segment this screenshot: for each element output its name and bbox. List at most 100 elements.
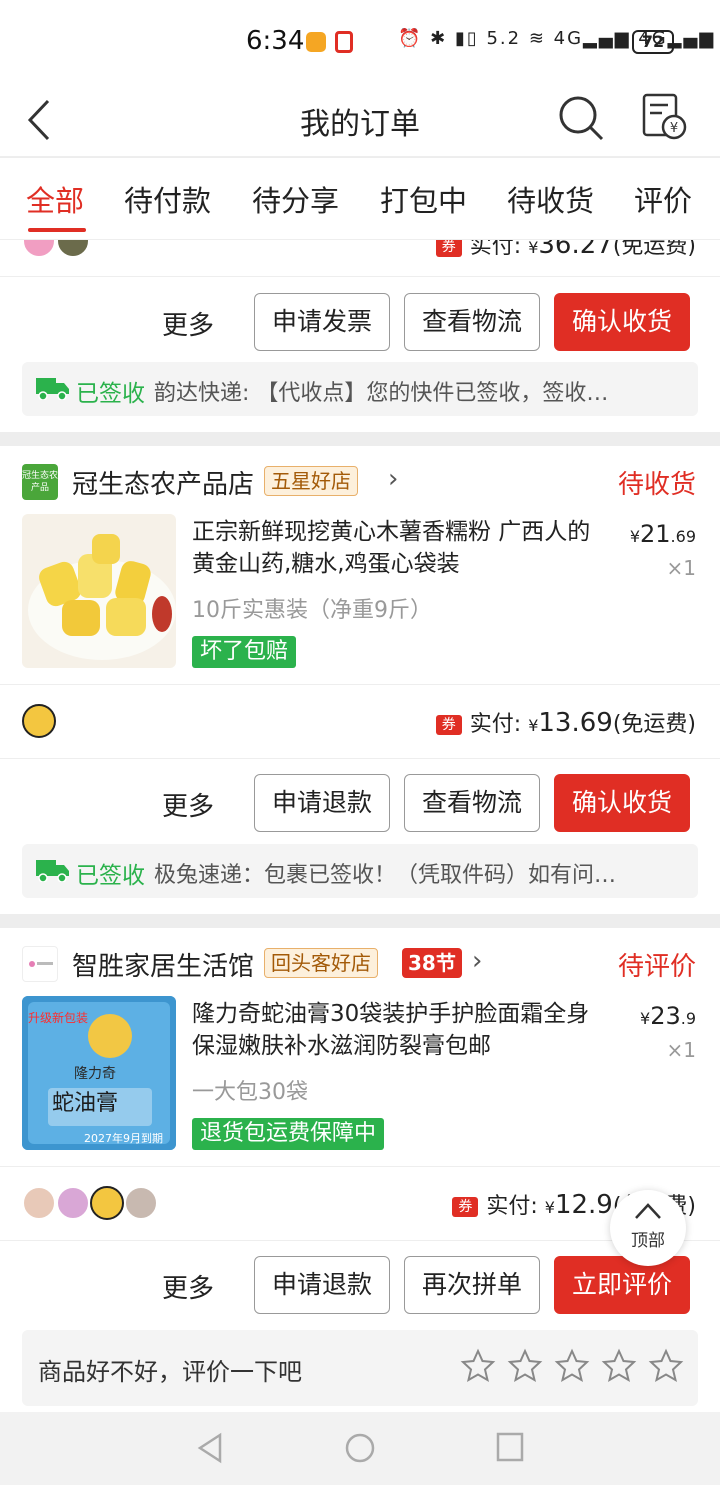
coupon-icon: 券 <box>435 715 462 735</box>
nav-back-icon[interactable] <box>196 1432 224 1464</box>
back-to-top-label: 顶部 <box>631 1231 665 1251</box>
order-card: 冠生态农产品 冠生态农产品店 五星好店 › 待收货 正宗新鲜现挖黄心木薯香糯粉 … <box>0 446 720 914</box>
shop-name[interactable]: 智胜家居生活馆 <box>72 946 254 983</box>
buyer-avatar <box>22 1186 56 1220</box>
divider <box>0 758 720 759</box>
svg-text:升级新包装: 升级新包装 <box>28 1010 88 1025</box>
order-card-partial: 券实付: ¥36.27(免运费) 更多 申请发票 查看物流 确认收货 已签收 韵… <box>0 240 720 432</box>
order-actions: 更多 申请退款 查看物流 确认收货 <box>138 774 698 832</box>
order-status: 待评价 <box>617 952 696 982</box>
chevron-right-icon: › <box>388 464 399 494</box>
product-quantity: ×1 <box>666 1038 696 1062</box>
buyer-avatar <box>22 240 56 258</box>
shop-header[interactable]: 智胜家居生活馆 回头客好店 38节 › <box>22 944 698 984</box>
rating-question: 商品好不好，评价一下吧 <box>38 1358 302 1386</box>
view-logistics-button[interactable]: 查看物流 <box>404 293 540 351</box>
shop-rating-badge: 回头客好店 <box>264 948 378 978</box>
star-icon[interactable] <box>554 1348 590 1384</box>
star-icon[interactable] <box>460 1348 496 1384</box>
svg-text:蛇油膏: 蛇油膏 <box>52 1091 118 1116</box>
guarantee-tag: 坏了包赔 <box>192 636 297 668</box>
svg-text:2027年9月到期: 2027年9月到期 <box>84 1131 163 1145</box>
status-time: 6:34 <box>246 26 305 56</box>
coupon-icon: 券 <box>435 240 462 257</box>
coupon-icon: 券 <box>452 1197 479 1217</box>
logistics-bar[interactable]: 已签收 极兔速递：包裹已签收！（凭取件码）如有问… <box>22 844 698 898</box>
request-invoice-button[interactable]: 申请发票 <box>254 293 390 351</box>
notification-app-icon-2 <box>335 31 353 53</box>
order-card: 智胜家居生活馆 回头客好店 38节 › 待评价 升级新包装 隆力奇 蛇油膏 20… <box>0 928 720 1412</box>
notification-app-icon <box>306 32 326 52</box>
product-price: ¥21.69 <box>629 520 696 548</box>
product-price: ¥23.9 <box>640 1002 696 1030</box>
paid-amount: 券实付: ¥13.69(免运费) <box>435 706 696 738</box>
shop-rating-badge: 五星好店 <box>264 466 358 496</box>
star-icon[interactable] <box>507 1348 543 1384</box>
shop-header[interactable]: 冠生态农产品 冠生态农产品店 五星好店 › <box>22 462 698 502</box>
star-icon[interactable] <box>601 1348 637 1384</box>
active-tab-indicator <box>28 228 86 232</box>
buyer-avatar <box>22 704 56 738</box>
shop-logo: 冠生态农产品 <box>22 464 58 500</box>
invoice-icon[interactable]: ¥ <box>638 91 688 143</box>
buyer-avatar <box>90 1186 124 1220</box>
paid-amount: 券实付: ¥36.27(免运费) <box>435 240 696 260</box>
order-tabs: 全部 待付款 待分享 打包中 待收货 评价 <box>0 158 720 240</box>
tab-pending-payment[interactable]: 待付款 <box>124 178 211 220</box>
product-spec: 10斤实惠装（净重9斤） <box>192 598 432 623</box>
order-actions: 更多 申请退款 再次拼单 立即评价 <box>138 1256 698 1314</box>
chevron-up-icon <box>635 1203 661 1219</box>
status-bar: 6:34 ⏰ ✱ ▮▯ 5.2 ≋ 4G▂▄▆ 4G▂▄▆ 72 <box>0 0 720 85</box>
back-to-top-button[interactable]: 顶部 <box>610 1190 686 1266</box>
rating-prompt: 商品好不好，评价一下吧 <box>22 1330 698 1406</box>
svg-text:¥: ¥ <box>670 121 678 136</box>
more-button[interactable]: 更多 <box>162 786 214 823</box>
tab-packing[interactable]: 打包中 <box>380 178 467 220</box>
logistics-bar[interactable]: 已签收 韵达快递: 【代收点】您的快件已签收，签收… <box>22 362 698 416</box>
buyer-avatar <box>56 240 90 258</box>
chevron-right-icon: › <box>472 946 483 976</box>
shop-logo <box>22 946 58 982</box>
tab-all[interactable]: 全部 <box>26 178 84 220</box>
logistics-status: 已签收 <box>76 863 145 889</box>
more-button[interactable]: 更多 <box>162 1268 214 1305</box>
logistics-message: 韵达快递: 【代收点】您的快件已签收，签收… <box>154 381 609 406</box>
logistics-status: 已签收 <box>76 381 145 407</box>
buyer-avatar <box>56 1186 90 1220</box>
cassava-image <box>28 534 176 660</box>
review-now-button[interactable]: 立即评价 <box>554 1256 690 1314</box>
product-image[interactable]: 升级新包装 隆力奇 蛇油膏 2027年9月到期 <box>22 996 176 1150</box>
product-title[interactable]: 隆力奇蛇油膏30袋装护手护脸面霜全身保湿嫩肤补水滋润防裂膏包邮 <box>192 998 612 1062</box>
more-button[interactable]: 更多 <box>162 305 214 342</box>
product-image[interactable] <box>22 514 176 668</box>
snake-oil-package-image: 升级新包装 隆力奇 蛇油膏 2027年9月到期 <box>22 996 176 1150</box>
view-logistics-button[interactable]: 查看物流 <box>404 774 540 832</box>
order-status: 待收货 <box>617 470 696 500</box>
reorder-button[interactable]: 再次拼单 <box>404 1256 540 1314</box>
request-refund-button[interactable]: 申请退款 <box>254 774 390 832</box>
battery-icon: 72 <box>632 30 674 54</box>
star-icon[interactable] <box>648 1348 684 1384</box>
nav-home-icon[interactable] <box>344 1432 376 1464</box>
confirm-receipt-button[interactable]: 确认收货 <box>554 774 690 832</box>
tab-pending-receipt[interactable]: 待收货 <box>507 178 594 220</box>
tab-pending-share[interactable]: 待分享 <box>252 178 339 220</box>
search-icon[interactable] <box>556 93 606 143</box>
tab-review[interactable]: 评价 <box>634 178 692 220</box>
buyer-avatar <box>124 1186 158 1220</box>
festival-badge: 38节 <box>402 948 462 978</box>
product-title[interactable]: 正宗新鲜现挖黄心木薯香糯粉 广西人的黄金山药,糖水,鸡蛋心袋装 <box>192 516 612 580</box>
product-spec: 一大包30袋 <box>192 1080 308 1105</box>
truck-icon <box>36 860 69 882</box>
divider <box>0 1166 720 1167</box>
divider <box>0 276 720 277</box>
system-nav-bar <box>0 1412 720 1485</box>
truck-icon <box>36 378 69 400</box>
confirm-receipt-button[interactable]: 确认收货 <box>554 293 690 351</box>
order-actions: 更多 申请发票 查看物流 确认收货 <box>138 293 698 351</box>
divider <box>0 684 720 685</box>
request-refund-button[interactable]: 申请退款 <box>254 1256 390 1314</box>
shop-name[interactable]: 冠生态农产品店 <box>72 464 254 501</box>
product-quantity: ×1 <box>666 556 696 580</box>
nav-recents-icon[interactable] <box>496 1432 524 1462</box>
